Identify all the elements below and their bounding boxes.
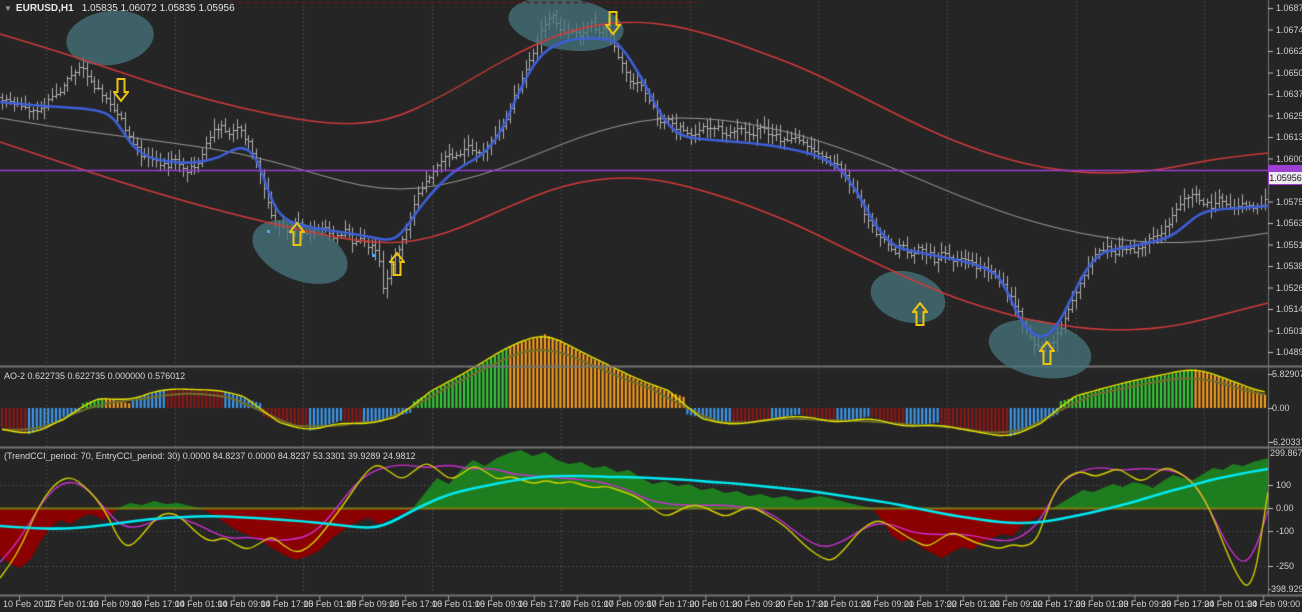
price-tick-label: 1.06375	[1276, 89, 1302, 99]
ao-axis-max: 5.829077	[1272, 369, 1302, 379]
cci-axis-max: 299.8674	[1270, 448, 1302, 458]
entry-marker-dot	[267, 230, 270, 233]
cci-axis-min: -398.9299	[1268, 584, 1302, 594]
price-tick-label: 1.06130	[1276, 132, 1302, 142]
ao-axis-min: -6.203371	[1270, 437, 1302, 447]
time-tick-label: 24 Feb 09:00	[1247, 599, 1300, 609]
price-tick-label: 1.05385	[1276, 261, 1302, 271]
cci-tick-label: 100	[1276, 480, 1291, 490]
price-tick-label: 1.05140	[1276, 304, 1302, 314]
price-tick-label: 1.06250	[1276, 111, 1302, 121]
price-tick-label: 1.06745	[1276, 25, 1302, 35]
price-tick-label: 1.06625	[1276, 46, 1302, 56]
price-tick-label: 1.05755	[1276, 197, 1302, 207]
down-arrow-icon[interactable]	[113, 78, 129, 107]
ao-axis-zero: 0.00	[1272, 403, 1290, 413]
cci-tick-label: 0.00	[1276, 503, 1294, 513]
mt4-chart-window: ▼ EURUSD,H1 1.05835 1.06072 1.05835 1.0595…	[0, 0, 1302, 612]
price-tick-label: 1.05510	[1276, 240, 1302, 250]
cci-tick-label: -100	[1276, 526, 1294, 536]
price-tick-label: 1.06500	[1276, 68, 1302, 78]
cci-tick-label: -250	[1276, 561, 1294, 571]
ohlc-values: 1.05835 1.06072 1.05835 1.05956	[82, 3, 235, 14]
price-tick-label: 1.04890	[1276, 347, 1302, 357]
up-arrow-icon[interactable]	[389, 252, 405, 281]
price-tick-label: 1.05015	[1276, 326, 1302, 336]
current-price-tag: 1.05956	[1268, 171, 1302, 185]
symbol-label: EURUSD,H1	[16, 3, 74, 14]
price-tick-label: 1.06870	[1276, 3, 1302, 13]
up-arrow-icon[interactable]	[912, 302, 928, 331]
cci-indicator-label: (TrendCCI_period: 70, EntryCCI_period: 3…	[4, 451, 415, 461]
chart-canvas[interactable]	[0, 0, 1302, 612]
ao-indicator-label: AO-2 0.622735 0.622735 0.000000 0.576012	[4, 371, 185, 381]
up-arrow-icon[interactable]	[289, 222, 305, 251]
price-tick-label: 1.05635	[1276, 218, 1302, 228]
price-tick-label: 1.05260	[1276, 283, 1302, 293]
entry-marker-dot	[372, 254, 375, 257]
chart-title: ▼ EURUSD,H1 1.05835 1.06072 1.05835 1.0595…	[4, 3, 235, 14]
symbol-dropdown-icon[interactable]: ▼	[4, 4, 12, 13]
price-tick-label: 1.06005	[1276, 154, 1302, 164]
up-arrow-icon[interactable]	[1039, 341, 1055, 370]
down-arrow-icon[interactable]	[605, 11, 621, 40]
